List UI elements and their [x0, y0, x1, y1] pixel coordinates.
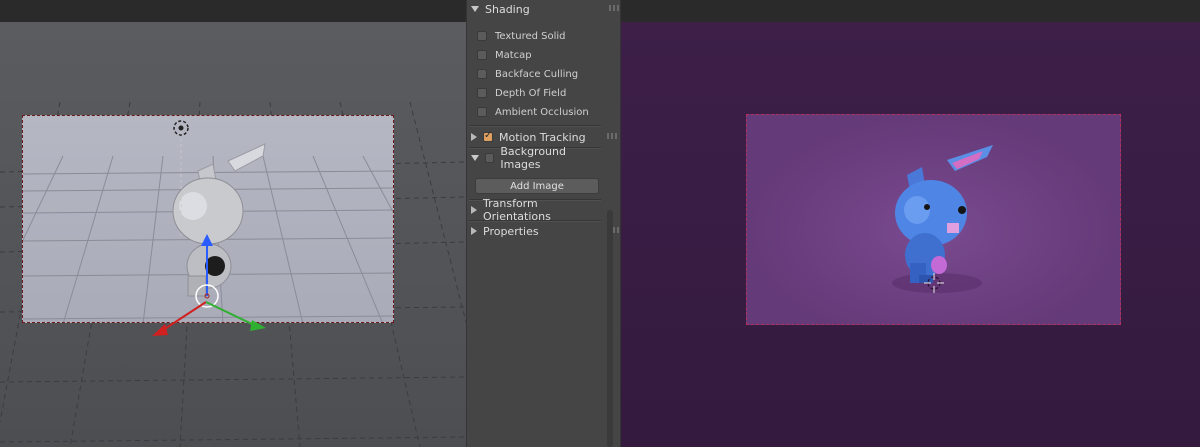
option-label: Matcap: [495, 49, 532, 61]
panel-section-background-images[interactable]: Background Images: [471, 145, 601, 171]
triangle-right-icon[interactable]: [471, 133, 477, 141]
viewport-3d-solid[interactable]: [0, 22, 466, 447]
option-backface-culling[interactable]: Backface Culling: [477, 66, 578, 82]
option-depth-of-field[interactable]: Depth Of Field: [477, 85, 566, 101]
option-matcap[interactable]: Matcap: [477, 47, 532, 63]
checkbox-icon[interactable]: [477, 69, 487, 79]
panel-section-properties[interactable]: Properties: [471, 222, 619, 240]
render-scene: [892, 145, 993, 293]
drag-grip-icon[interactable]: [607, 133, 617, 139]
option-label: Ambient Occlusion: [495, 106, 589, 118]
panel-section-shading[interactable]: Shading: [471, 0, 619, 18]
panel-scrollbar[interactable]: [607, 210, 613, 447]
drag-grip-icon[interactable]: [609, 5, 619, 11]
checkbox-icon[interactable]: [477, 88, 487, 98]
option-label: Depth Of Field: [495, 87, 567, 99]
option-textured-solid[interactable]: Textured Solid: [477, 28, 566, 44]
option-label: Backface Culling: [495, 68, 579, 80]
add-image-button[interactable]: Add Image: [475, 178, 599, 194]
viewport-3d-rendered[interactable]: [621, 22, 1200, 447]
panel-section-transform-orientations[interactable]: Transform Orientations: [471, 197, 601, 223]
checkbox-icon[interactable]: [483, 130, 493, 142]
camera-frame-right: [746, 114, 1121, 325]
section-divider: [469, 125, 601, 127]
properties-panel[interactable]: Shading Textured Solid Matcap Backface C…: [466, 0, 621, 447]
gizmo-axes: [152, 301, 266, 336]
section-label-shading: Shading: [485, 2, 530, 16]
triangle-down-icon[interactable]: [471, 6, 479, 12]
triangle-right-icon[interactable]: [471, 227, 477, 235]
checkbox-icon[interactable]: [477, 107, 487, 117]
checkbox-icon[interactable]: [477, 31, 487, 41]
option-ambient-occlusion[interactable]: Ambient Occlusion: [477, 104, 589, 120]
character-model-rendered: [895, 145, 993, 283]
section-label-background-images: Background Images: [500, 145, 566, 171]
option-label: Textured Solid: [495, 30, 566, 42]
checkbox-icon[interactable]: [477, 50, 487, 60]
section-label-motion-tracking: Motion Tracking: [499, 130, 586, 144]
checkbox-icon[interactable]: [485, 153, 495, 163]
triangle-down-icon[interactable]: [471, 155, 479, 161]
triangle-right-icon[interactable]: [471, 206, 477, 214]
section-label-properties: Properties: [483, 224, 539, 238]
panel-section-motion-tracking[interactable]: Motion Tracking: [471, 128, 617, 146]
